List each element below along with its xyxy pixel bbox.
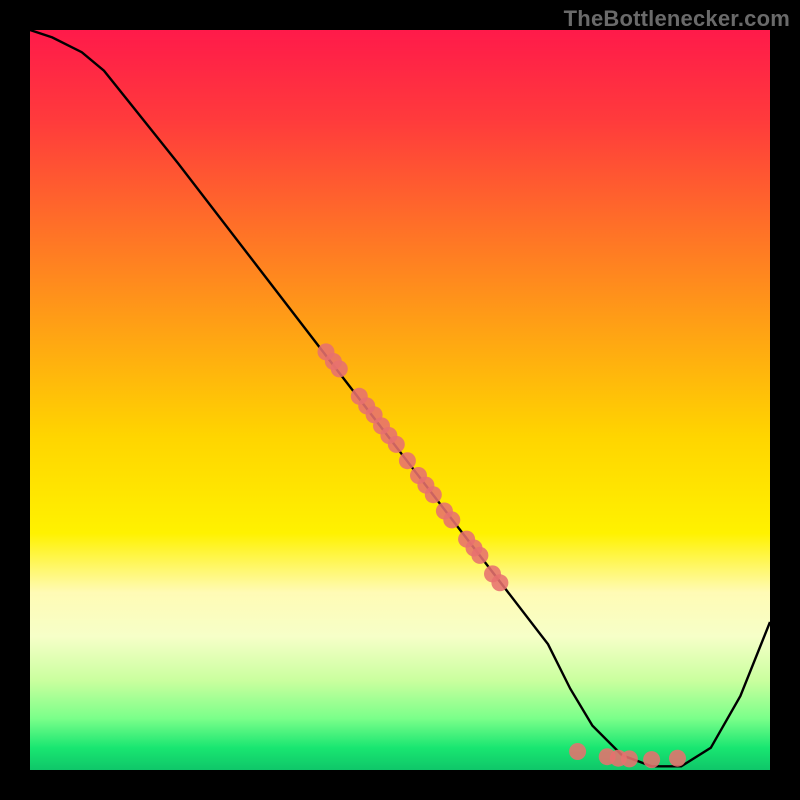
annotation-dot — [380, 427, 397, 444]
annotation-dot — [417, 477, 434, 494]
annotation-dot — [610, 750, 627, 767]
annotation-dot — [318, 343, 335, 360]
annotation-dot — [331, 360, 348, 377]
chart-stage: TheBottlenecker.com — [0, 0, 800, 800]
annotation-dots — [318, 343, 687, 768]
annotation-dot — [643, 751, 660, 768]
chart-plot-area — [30, 30, 770, 770]
annotation-dot — [425, 486, 442, 503]
bottleneck-curve — [30, 30, 770, 766]
annotation-dot — [351, 388, 368, 405]
annotation-dot — [366, 406, 383, 423]
annotation-dot — [410, 467, 427, 484]
annotation-dot — [443, 511, 460, 528]
annotation-dot — [484, 565, 501, 582]
annotation-dot — [491, 574, 508, 591]
annotation-dot — [466, 540, 483, 557]
chart-svg — [30, 30, 770, 770]
annotation-dot — [358, 397, 375, 414]
watermark-text: TheBottlenecker.com — [564, 6, 790, 32]
annotation-dot — [569, 743, 586, 760]
annotation-dot — [471, 547, 488, 564]
annotation-dot — [458, 531, 475, 548]
annotation-dot — [388, 436, 405, 453]
annotation-dot — [621, 750, 638, 767]
annotation-dot — [669, 750, 686, 767]
annotation-dot — [436, 503, 453, 520]
annotation-dot — [599, 748, 616, 765]
annotation-dot — [399, 452, 416, 469]
annotation-dot — [373, 417, 390, 434]
annotation-dot — [325, 353, 342, 370]
